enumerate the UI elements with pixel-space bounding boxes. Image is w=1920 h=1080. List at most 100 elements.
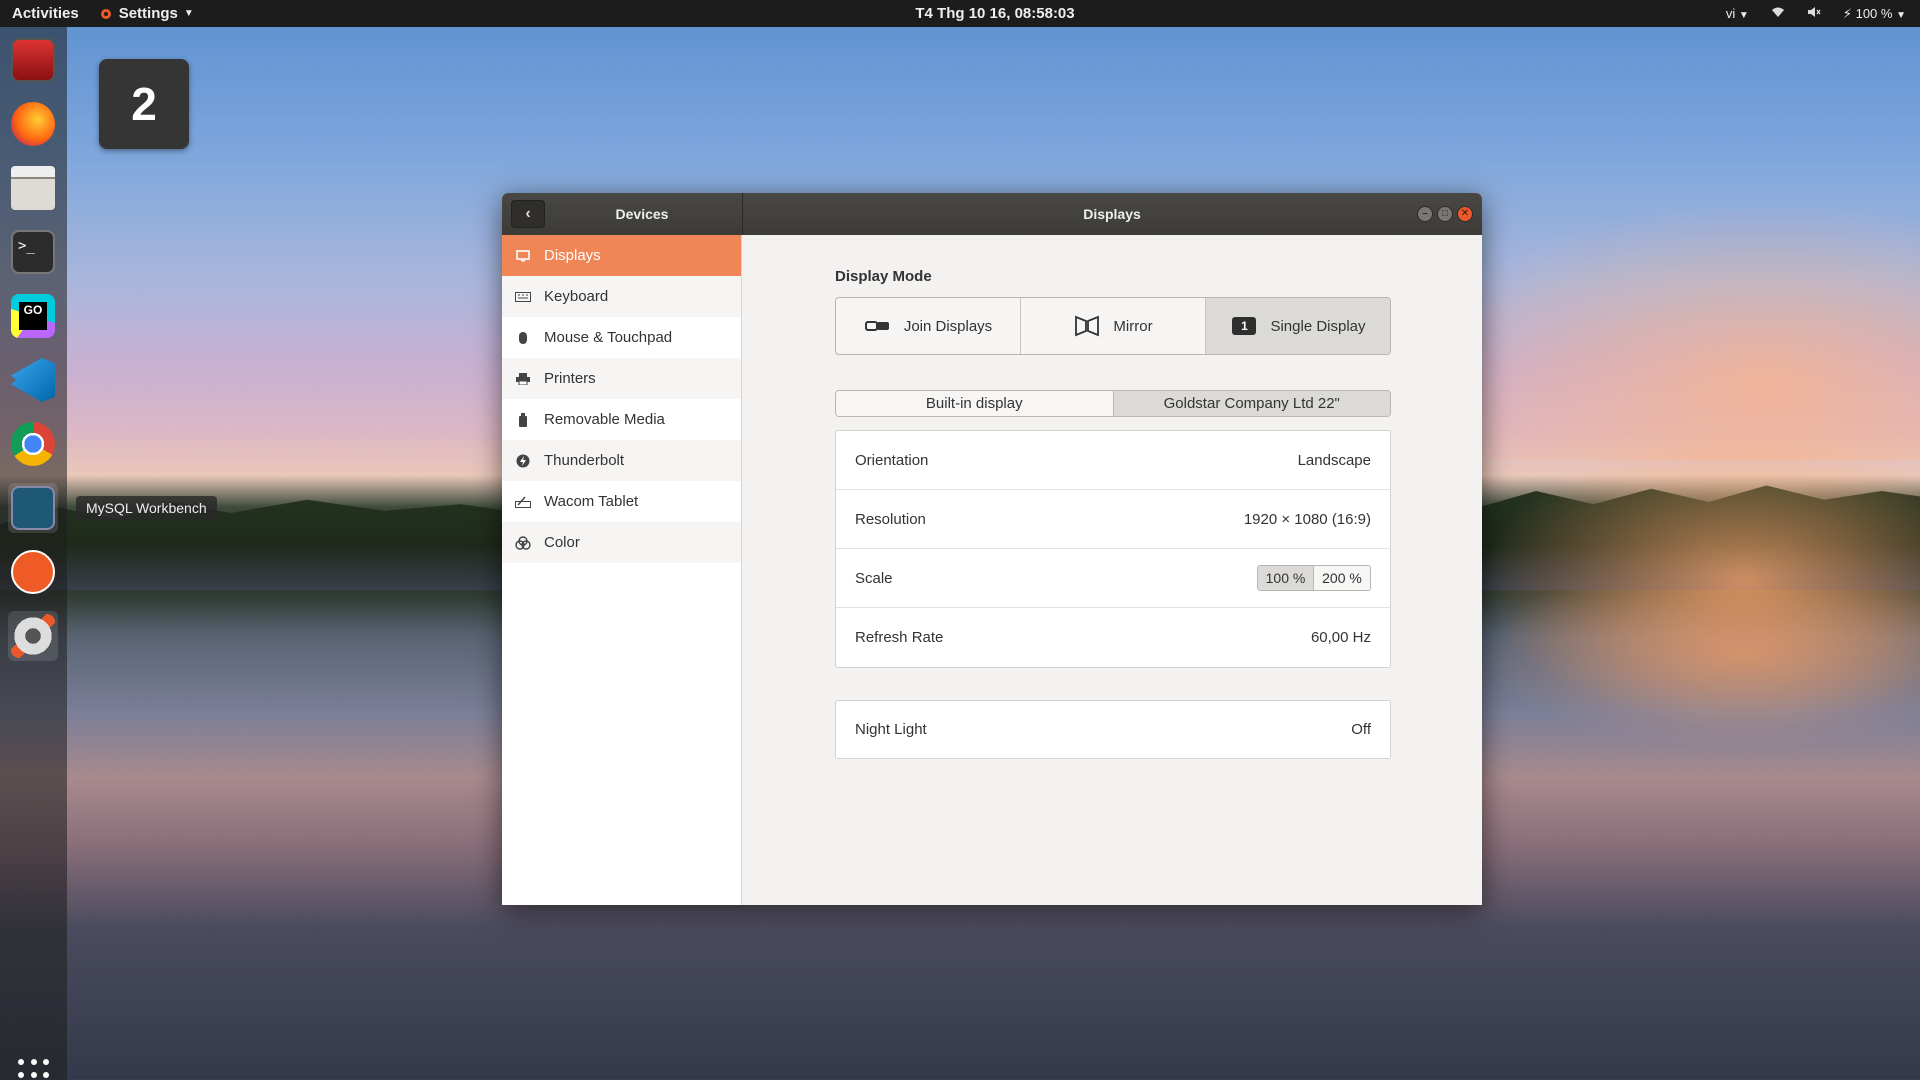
dock-item-mysql-workbench[interactable]: [8, 483, 58, 533]
show-applications-icon[interactable]: [18, 1059, 50, 1080]
refresh-rate-row[interactable]: Refresh Rate 60,00 Hz: [836, 608, 1390, 667]
mirror-button[interactable]: Mirror: [1021, 298, 1206, 354]
title-bar[interactable]: ‹ Devices Displays – □ ✕: [502, 193, 1482, 235]
sidebar-item-label: Mouse & Touchpad: [544, 329, 673, 346]
app-menu[interactable]: Settings ▼: [99, 5, 194, 22]
sidebar-item-label: Displays: [544, 247, 601, 264]
single-display-icon: 1: [1232, 317, 1257, 335]
tab-goldstar-display[interactable]: Goldstar Company Ltd 22": [1112, 391, 1390, 416]
dock-item-files[interactable]: [8, 163, 58, 213]
removable-media-icon: [514, 412, 532, 427]
sidebar-item-label: Printers: [544, 370, 596, 387]
display-icon: [514, 249, 532, 263]
dock-item-terminal[interactable]: >_: [8, 227, 58, 277]
sidebar-item-keyboard[interactable]: Keyboard: [502, 276, 741, 317]
system-tray[interactable]: vi ▼ ⚡ 100 % ▼: [1726, 6, 1906, 22]
dock-item-firefox[interactable]: [8, 99, 58, 149]
scale-row: Scale 100 % 200 %: [836, 549, 1390, 608]
refresh-rate-value: 60,00 Hz: [1310, 629, 1371, 646]
tab-built-in-display[interactable]: Built-in display: [836, 391, 1113, 416]
thunderbolt-icon: [514, 454, 532, 468]
display-mode-title: Display Mode: [835, 268, 932, 285]
join-displays-icon: [864, 315, 892, 337]
sidebar: Displays Keyboard Mouse & Touchpad Print…: [502, 235, 742, 905]
battery-icon: ⚡: [1842, 5, 1852, 21]
maximize-button[interactable]: □: [1437, 206, 1453, 222]
battery-label: 100 %: [1855, 5, 1893, 21]
single-display-label: Single Display: [1270, 317, 1366, 335]
window-title: Displays: [1083, 206, 1141, 222]
sidebar-item-label: Thunderbolt: [544, 452, 625, 469]
dock-item-vscode[interactable]: [8, 355, 58, 405]
scale-200-button[interactable]: 200 %: [1314, 566, 1370, 590]
dock-item-goland[interactable]: GO: [8, 291, 58, 341]
orientation-label: Orientation: [855, 451, 929, 469]
dock-item-postman[interactable]: [8, 547, 58, 597]
app-menu-label: Settings: [118, 5, 178, 22]
activities-button[interactable]: Activities: [12, 5, 79, 22]
tablet-icon: [514, 495, 532, 509]
night-light-row[interactable]: Night Light Off: [835, 700, 1391, 759]
chevron-down-icon: ▼: [183, 8, 194, 19]
sidebar-item-wacom-tablet[interactable]: Wacom Tablet: [502, 481, 741, 522]
mirror-label: Mirror: [1113, 317, 1153, 335]
join-displays-button[interactable]: Join Displays: [836, 298, 1021, 354]
language-indicator[interactable]: vi ▼: [1726, 6, 1749, 21]
settings-icon: [11, 614, 55, 658]
sidebar-item-thunderbolt[interactable]: Thunderbolt: [502, 440, 741, 481]
dock-item-settings[interactable]: [8, 611, 58, 661]
minimize-button[interactable]: –: [1417, 206, 1433, 222]
dock-tooltip: MySQL Workbench: [76, 496, 217, 520]
display-settings-list: Orientation Landscape Resolution 1920 × …: [835, 430, 1391, 668]
water-reflection: [1480, 590, 1920, 750]
workspace-indicator: 2: [99, 59, 189, 149]
resolution-row[interactable]: Resolution 1920 × 1080 (16:9): [836, 490, 1390, 549]
mirror-icon: [1073, 315, 1101, 337]
wifi-icon: [1771, 6, 1785, 21]
firefox-icon: [11, 102, 55, 146]
scale-100-button[interactable]: 100 %: [1258, 566, 1314, 590]
color-icon: [514, 535, 532, 550]
display-tabs: Built-in display Goldstar Company Ltd 22…: [835, 390, 1391, 417]
clock[interactable]: T4 Thg 10 16, 08:58:03: [0, 5, 1920, 22]
orientation-row[interactable]: Orientation Landscape: [836, 431, 1390, 490]
sidebar-item-displays[interactable]: Displays: [502, 235, 741, 276]
sidebar-title: Devices: [615, 206, 669, 222]
displays-panel: Display Mode Join Displays Mirror 1 Sing…: [743, 235, 1482, 905]
chrome-icon: [11, 422, 55, 466]
sidebar-item-label: Removable Media: [544, 411, 665, 428]
sidebar-item-printers[interactable]: Printers: [502, 358, 741, 399]
sidebar-item-mouse-touchpad[interactable]: Mouse & Touchpad: [502, 317, 741, 358]
printer-icon: [514, 372, 532, 386]
mysql-workbench-icon: [11, 486, 55, 530]
maximize-icon: □: [1441, 208, 1449, 219]
vscode-icon: [11, 358, 55, 402]
sidebar-item-color[interactable]: Color: [502, 522, 741, 563]
display-mode-selector: Join Displays Mirror 1 Single Display: [835, 297, 1391, 355]
sidebar-item-removable-media[interactable]: Removable Media: [502, 399, 741, 440]
postman-icon: [11, 550, 55, 594]
resolution-label: Resolution: [855, 510, 926, 528]
scale-label: Scale: [855, 569, 893, 587]
settings-gear-icon: [100, 8, 111, 19]
mouse-icon: [514, 331, 532, 345]
sidebar-item-label: Keyboard: [544, 288, 609, 305]
settings-window: ‹ Devices Displays – □ ✕ Displays Keyboa…: [502, 193, 1482, 905]
scale-selector: 100 % 200 %: [1257, 565, 1371, 591]
dock-item-chrome[interactable]: [8, 419, 58, 469]
chevron-down-icon: ▼: [1896, 9, 1906, 21]
minimize-icon: –: [1422, 208, 1428, 219]
dock: >_ GO: [0, 27, 67, 1080]
night-light-value: Off: [1351, 721, 1371, 738]
close-button[interactable]: ✕: [1457, 206, 1473, 222]
top-bar: Activities Settings ▼ T4 Thg 10 16, 08:5…: [0, 0, 1920, 27]
join-displays-label: Join Displays: [903, 317, 993, 335]
battery-indicator[interactable]: ⚡ 100 % ▼: [1843, 6, 1906, 22]
resolution-value: 1920 × 1080 (16:9): [1243, 510, 1371, 528]
dock-item-red-app[interactable]: [8, 35, 58, 85]
chevron-down-icon: ▼: [1738, 10, 1749, 21]
single-display-button[interactable]: 1 Single Display: [1206, 298, 1390, 354]
files-icon: [11, 166, 55, 210]
app-red-icon: [11, 38, 55, 82]
language-label: vi: [1725, 6, 1736, 21]
